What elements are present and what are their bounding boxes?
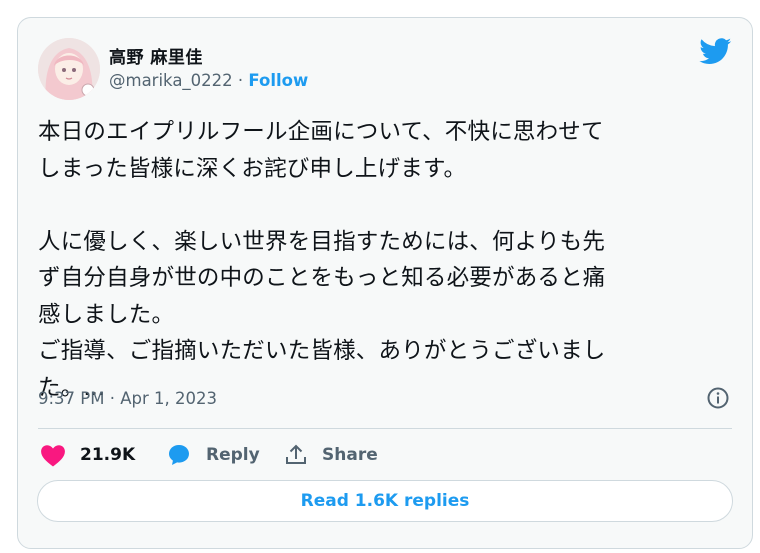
divider: [38, 428, 732, 429]
reply-label: Reply: [206, 445, 260, 465]
heart-icon: [41, 445, 65, 467]
action-bar: 21.9K Reply Share: [38, 440, 638, 470]
tweet-timestamp[interactable]: 9:37 PM · Apr 1, 2023: [38, 389, 217, 408]
share-button[interactable]: Share: [284, 440, 378, 470]
follow-button[interactable]: Follow: [248, 71, 308, 90]
twitter-bird-icon[interactable]: [699, 38, 732, 65]
share-label: Share: [322, 445, 378, 465]
share-arrow-icon: [286, 444, 306, 464]
separator-dot: ·: [237, 71, 244, 90]
info-icon[interactable]: [706, 386, 730, 410]
like-count: 21.9K: [80, 445, 136, 465]
like-button[interactable]: 21.9K: [40, 440, 135, 470]
avatar-illustration: [38, 38, 100, 100]
tweet-text: 本日のエイプリルフール企画について、不快に思わせて しまった皆様に深くお詫び申し…: [38, 119, 606, 401]
author-handle[interactable]: @marika_0222: [109, 71, 233, 90]
handle-row: @marika_0222 · Follow: [109, 71, 308, 90]
avatar[interactable]: [38, 38, 100, 100]
speech-bubble-icon: [169, 445, 189, 465]
read-replies-button[interactable]: Read 1.6K replies: [37, 480, 733, 522]
reply-button[interactable]: Reply: [166, 440, 260, 470]
author-name[interactable]: 高野 麻里佳: [109, 43, 203, 68]
tweet-card: 高野 麻里佳 @marika_0222 · Follow 本日のエイプリルフール…: [17, 17, 753, 549]
